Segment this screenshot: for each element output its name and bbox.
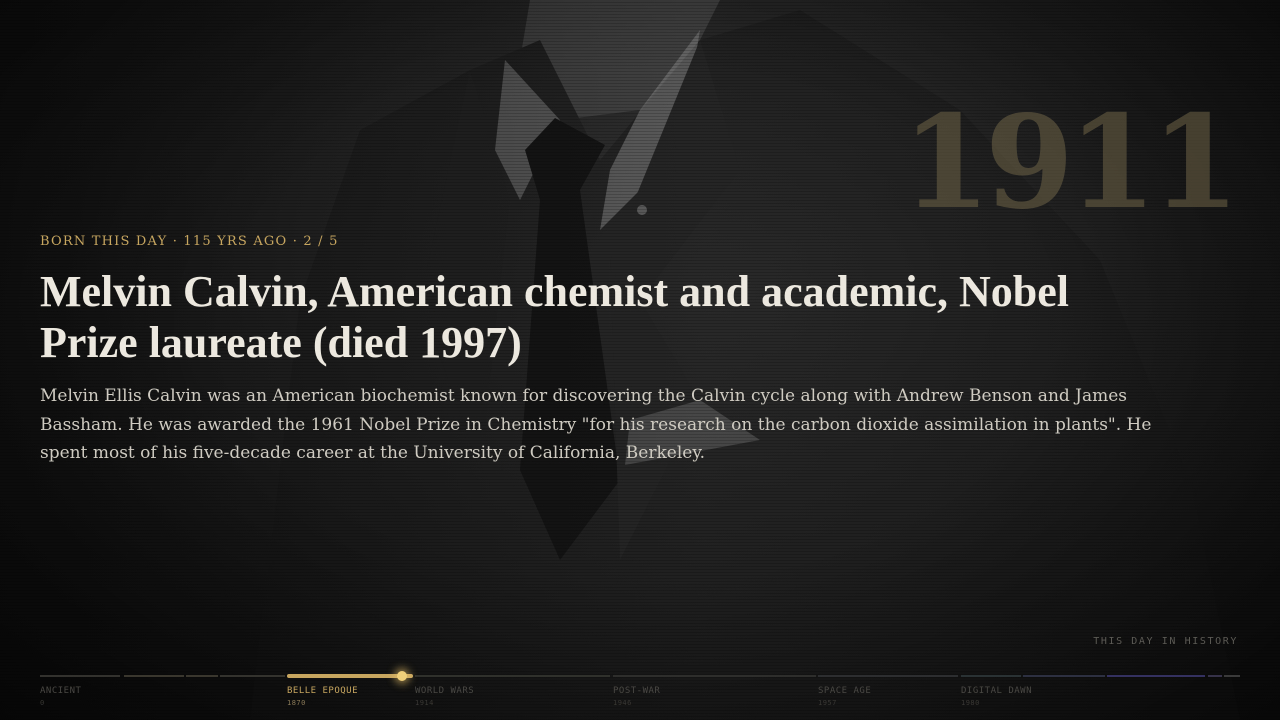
era-world-wars[interactable]: WORLD WARS 1914 [415,686,474,707]
era-year: 0 [40,699,45,707]
era-post-war[interactable]: POST-WAR 1946 [613,686,660,707]
era-belle-epoque[interactable]: BELLE EPOQUE 1870 [287,686,358,707]
timeline-segment [1023,675,1105,677]
event-title: Melvin Calvin, American chemist and acad… [40,267,1070,367]
era-label: POST-WAR [613,686,661,696]
era-space-age[interactable]: SPACE AGE 1957 [818,686,871,707]
era-label: DIGITAL DAWN [961,686,1033,696]
timeline-handle[interactable] [397,671,407,681]
timeline-segment [1208,675,1222,677]
timeline-segment [1107,675,1205,677]
era-ancient[interactable]: ANCIENT 0 [40,686,81,707]
year-watermark: 1911 [901,88,1240,238]
era-label: WORLD WARS [415,686,475,696]
era-label: ANCIENT [40,686,82,696]
era-label: BELLE EPOQUE [287,686,359,696]
era-timeline[interactable]: ANCIENT 0 BELLE EPOQUE 1870 WORLD WARS 1… [40,671,1240,712]
era-year: 1914 [415,699,434,707]
era-year: 1980 [961,699,980,707]
timeline-segment [415,675,610,677]
timeline-segment [961,675,1021,677]
timeline-segment [613,675,816,677]
slide-eyebrow: BORN THIS DAY · 115 YRS AGO · 2 / 5 [40,234,339,249]
timeline-progress [287,674,413,678]
era-label: SPACE AGE [818,686,872,696]
timeline-segment [1224,675,1240,677]
timeline-segment [40,675,120,677]
timeline-segment [124,675,184,677]
era-digital-dawn[interactable]: DIGITAL DAWN 1980 [961,686,1032,707]
event-description: Melvin Ellis Calvin was an American bioc… [40,386,1152,463]
timeline-segment [186,675,218,677]
era-year: 1946 [613,699,632,707]
era-year: 1870 [287,699,306,707]
brand-label: THIS DAY IN HISTORY [1093,636,1238,647]
era-year: 1957 [818,699,837,707]
timeline-segment [818,675,958,677]
timeline-segment [220,675,285,677]
